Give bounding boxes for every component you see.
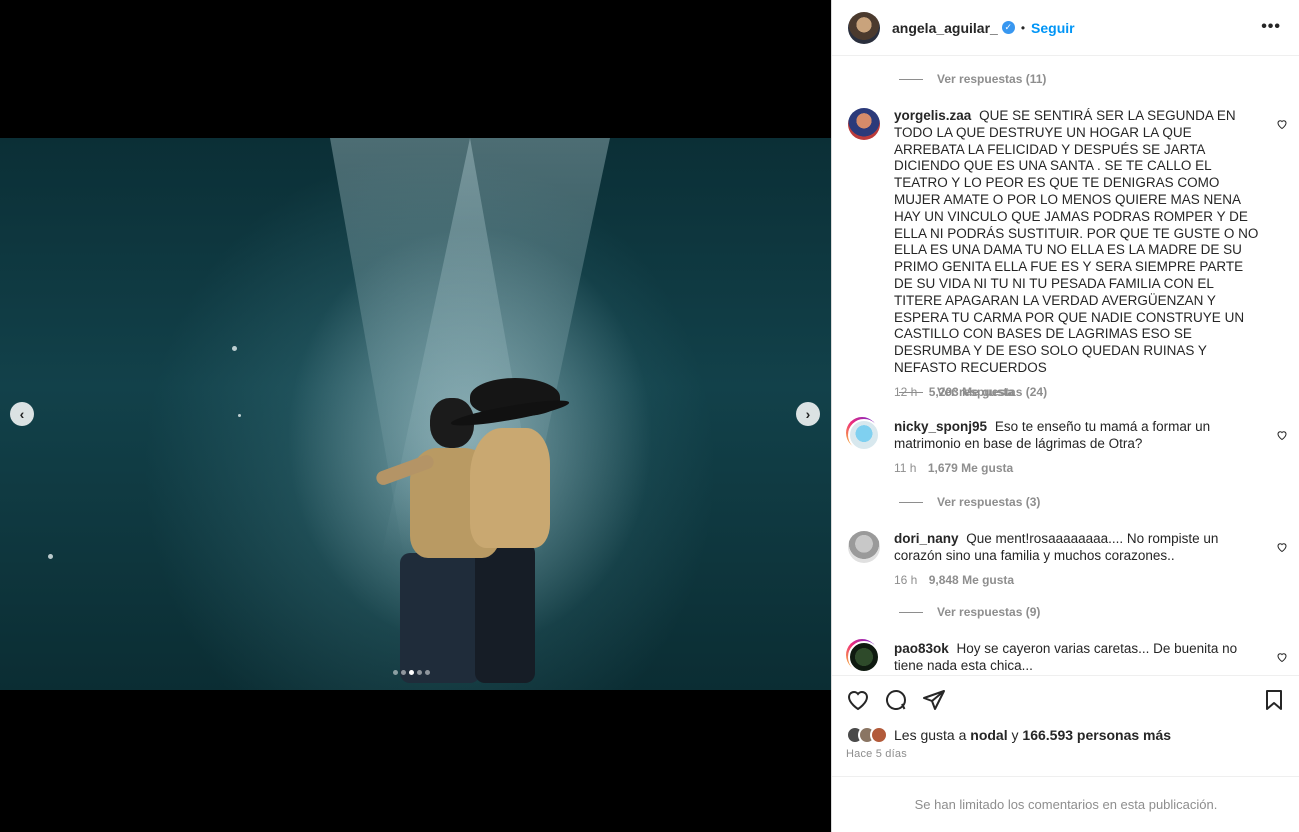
post-photo [0, 138, 831, 690]
carousel-dot [417, 670, 422, 675]
verified-badge-icon: ✓ [1001, 21, 1015, 34]
like-comment-heart-icon[interactable] [1276, 541, 1288, 553]
liker-username[interactable]: nodal [970, 727, 1007, 743]
carousel-dot [425, 670, 430, 675]
comment-time: 16 h [894, 572, 918, 587]
comment: dori_nany Que ment!rosaaaaaaaa.... No ro… [848, 531, 1288, 587]
comment-likes[interactable]: 1,679 Me gusta [928, 461, 1013, 475]
commenter-username[interactable]: nicky_sponj95 [894, 419, 987, 434]
commenter-username[interactable]: pao83ok [894, 641, 949, 656]
like-heart-icon[interactable] [846, 688, 870, 712]
follow-button[interactable]: Seguir [1031, 20, 1075, 36]
comment-text: QUE SE SENTIRÁ SER LA SEGUNDA EN TODO LA… [894, 108, 1259, 375]
carousel-dot-active [409, 670, 414, 675]
comment-bubble-icon[interactable] [884, 688, 908, 712]
comments-limited-notice: Se han limitado los comentarios en esta … [832, 776, 1299, 832]
stage-light [238, 414, 241, 417]
liker-avatars [846, 726, 888, 744]
comments-list[interactable]: Ver respuestas (11) yorgelis.zaa QUE SE … [832, 57, 1299, 675]
post-header: angela_aguilar_ ✓ • Seguir ••• [832, 0, 1299, 56]
more-options-icon[interactable]: ••• [1261, 18, 1281, 36]
comment: nicky_sponj95 Eso te enseño tu mamá a fo… [846, 417, 1288, 475]
performers [374, 378, 580, 690]
next-slide-button[interactable]: › [796, 402, 820, 426]
separator: • [1020, 20, 1026, 35]
post-sidebar: angela_aguilar_ ✓ • Seguir ••• Ver respu… [831, 0, 1299, 832]
comment-time: 11 h [894, 460, 917, 475]
commenter-avatar[interactable] [848, 108, 880, 140]
carousel-dot [393, 670, 398, 675]
view-replies-link[interactable]: Ver respuestas (24) [899, 385, 1047, 399]
chevron-left-icon: ‹ [19, 406, 25, 422]
post-timestamp: Hace 5 días [846, 748, 907, 760]
view-replies-link[interactable]: Ver respuestas (11) [899, 72, 1046, 86]
comment-likes[interactable]: 9,848 Me gusta [929, 573, 1014, 587]
previous-slide-button[interactable]: ‹ [10, 402, 34, 426]
likes-prefix: Les gusta a [894, 727, 967, 743]
like-comment-heart-icon[interactable] [1276, 651, 1288, 663]
commenter-avatar[interactable] [848, 531, 880, 563]
like-comment-heart-icon[interactable] [1276, 118, 1288, 130]
avatar [870, 726, 888, 744]
comment: pao83ok Hoy se cayeron varias caretas...… [846, 639, 1288, 675]
carousel-dot [401, 670, 406, 675]
commenter-avatar[interactable] [848, 641, 880, 673]
view-replies-link[interactable]: Ver respuestas (9) [899, 605, 1040, 619]
stage-light [48, 554, 53, 559]
stage-light [232, 346, 237, 351]
likes-summary[interactable]: Les gusta a nodal y 166.593 personas más [846, 726, 1171, 744]
like-comment-heart-icon[interactable] [1276, 429, 1288, 441]
commenter-avatar[interactable] [848, 419, 880, 451]
carousel-indicator [393, 670, 430, 675]
share-send-icon[interactable] [922, 688, 946, 712]
post-media: ‹ › [0, 0, 831, 832]
likes-connector: y [1011, 727, 1019, 743]
others-likes-link[interactable]: 166.593 personas más [1022, 727, 1171, 743]
author-username[interactable]: angela_aguilar_ [892, 20, 998, 36]
commenter-username[interactable]: yorgelis.zaa [894, 108, 971, 123]
bookmark-icon[interactable] [1262, 688, 1286, 712]
comment: yorgelis.zaa QUE SE SENTIRÁ SER LA SEGUN… [848, 108, 1288, 399]
commenter-username[interactable]: dori_nany [894, 531, 959, 546]
author-avatar[interactable] [848, 11, 880, 44]
view-replies-link[interactable]: Ver respuestas (3) [899, 495, 1040, 509]
chevron-right-icon: › [805, 406, 811, 422]
post-actions: Les gusta a nodal y 166.593 personas más… [832, 675, 1299, 775]
